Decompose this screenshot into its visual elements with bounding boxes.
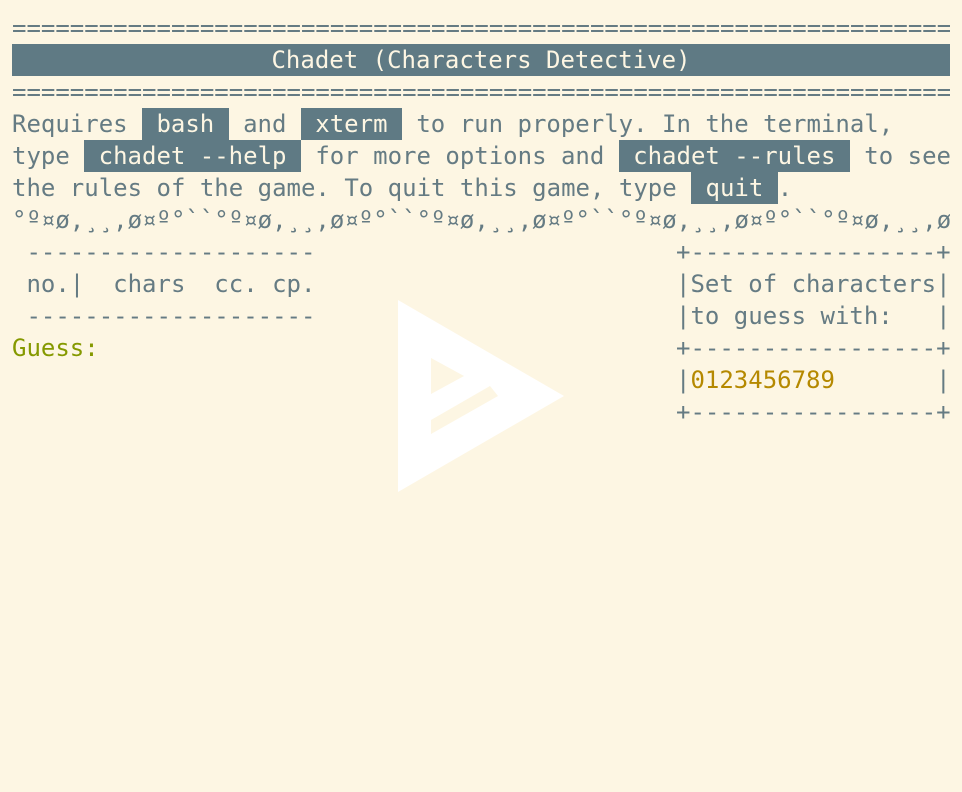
cmd-quit: quit (691, 172, 778, 204)
intro-text: Requires (12, 110, 143, 138)
cmd-rules: chadet --rules (618, 140, 850, 172)
charset-border-top: +-----------------+ (676, 238, 950, 266)
intro-text: and (228, 110, 301, 138)
charset-digits-row: |0123456789 | (676, 364, 950, 396)
game-title: Chadet (Characters Detective) (12, 44, 950, 76)
intro-line-1: Requires bash and xterm to run properly.… (12, 108, 950, 140)
intro-text: the rules of the game. To quit this game… (12, 174, 692, 202)
charset-pad: | (834, 366, 950, 394)
intro-text: for more options and (300, 142, 619, 170)
intro-line-3: the rules of the game. To quit this game… (12, 172, 950, 204)
charset-title-1: |Set of characters| (676, 270, 950, 298)
decor-line: °º¤ø,¸¸,ø¤º°``°º¤ø,¸¸,ø¤º°``°º¤ø,¸¸,ø¤º°… (12, 206, 950, 234)
table-separator: -------------------- (12, 238, 316, 266)
bottom-rule: ========================================… (12, 78, 950, 106)
table-row-2: no.| chars cc. cp. |Set of characters| (12, 268, 950, 300)
charset-digits: 0123456789 (690, 366, 835, 394)
play-logo-icon[interactable] (398, 300, 564, 492)
intro-text: type (12, 142, 85, 170)
cmd-xterm: xterm (300, 108, 402, 140)
intro-text: to run properly. In the terminal, (401, 110, 894, 138)
guess-prompt[interactable]: Guess: (12, 332, 99, 364)
cmd-bash: bash (142, 108, 229, 140)
charset-title-2: |to guess with: | (676, 302, 950, 330)
intro-line-2: type chadet --help for more options and … (12, 140, 950, 172)
table-separator: -------------------- (12, 302, 316, 330)
terminal-window[interactable]: ========================================… (0, 0, 962, 792)
table-row-1: -------------------- +-----------------+ (12, 236, 950, 268)
charset-border-mid: +-----------------+ (676, 334, 950, 362)
charset-border-bottom: +-----------------+ (676, 398, 950, 426)
charset-bar: | (676, 366, 691, 394)
intro-text: . (777, 174, 793, 202)
intro-text: to see (849, 142, 950, 170)
cmd-help: chadet --help (84, 140, 301, 172)
top-rule: ========================================… (12, 14, 950, 42)
table-header: no.| chars cc. cp. (12, 270, 316, 298)
